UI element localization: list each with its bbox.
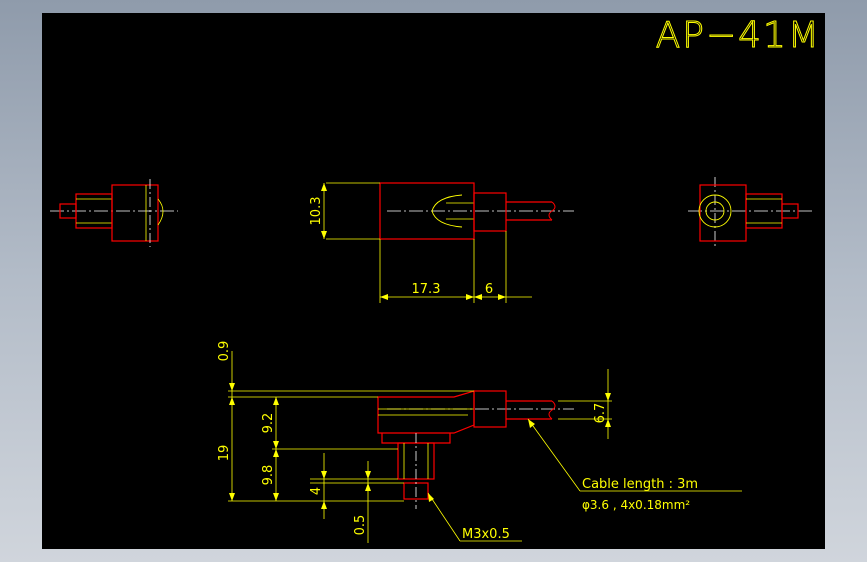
- cable-spec-note: φ3.6 , 4x0.18mm²: [582, 498, 690, 512]
- dim-arrow: [273, 493, 279, 501]
- cable-leader: [527, 418, 581, 492]
- right-end-view: [688, 177, 812, 247]
- dim-side-gap-top: 0.9: [217, 341, 232, 362]
- dim-arrow: [229, 493, 235, 501]
- thread-leader: [427, 492, 461, 542]
- dim-arrow: [605, 393, 611, 401]
- dome-arc: [157, 198, 164, 226]
- front-cable-boot: [473, 192, 507, 232]
- drawing-frame: AP−41M 10.3 17.3 6 0.9 19 9.2 9.8 4 0.5 …: [42, 13, 825, 549]
- front-view: 10.3 17.3 6: [309, 182, 574, 303]
- dim-arrow: [474, 294, 482, 300]
- thread-note: M3x0.5: [462, 527, 510, 542]
- cable-break: [548, 400, 556, 420]
- dim-front-tip: 6: [485, 282, 493, 297]
- dim-arrow: [321, 471, 327, 479]
- dim-cable-diameter: 6.7: [593, 403, 608, 424]
- cable-length-note: Cable length : 3m: [582, 477, 698, 492]
- dim-front-height: 10.3: [309, 197, 324, 226]
- cad-drawing: 10.3 17.3 6 0.9 19 9.2 9.8 4 0.5 6.7 Cab…: [50, 177, 812, 543]
- dim-arrow: [498, 294, 506, 300]
- dim-side-thread: 4: [309, 487, 324, 495]
- dim-arrow: [273, 397, 279, 405]
- dim-arrow: [365, 471, 371, 479]
- dim-arrow: [229, 397, 235, 405]
- dim-front-length: 17.3: [412, 282, 441, 297]
- dim-side-lower: 9.8: [261, 465, 276, 486]
- dim-side-tip: 0.5: [353, 515, 368, 536]
- dim-arrow: [321, 183, 327, 191]
- left-end-view: [50, 179, 178, 247]
- left-end-body: [111, 184, 159, 242]
- dim-arrow: [321, 501, 327, 509]
- dim-arrow: [321, 231, 327, 239]
- dim-side-upper: 9.2: [261, 413, 276, 434]
- dim-arrow: [365, 483, 371, 491]
- side-body: [377, 390, 475, 434]
- right-end-body: [699, 184, 747, 242]
- side-view: 0.9 19 9.2 9.8 4 0.5 6.7 Cable length: …: [217, 341, 742, 543]
- dim-arrow: [380, 294, 388, 300]
- dim-arrow: [466, 294, 474, 300]
- dim-arrow: [273, 441, 279, 449]
- dim-arrow: [273, 449, 279, 457]
- dim-arrow: [229, 383, 235, 391]
- dim-side-total: 19: [217, 445, 232, 462]
